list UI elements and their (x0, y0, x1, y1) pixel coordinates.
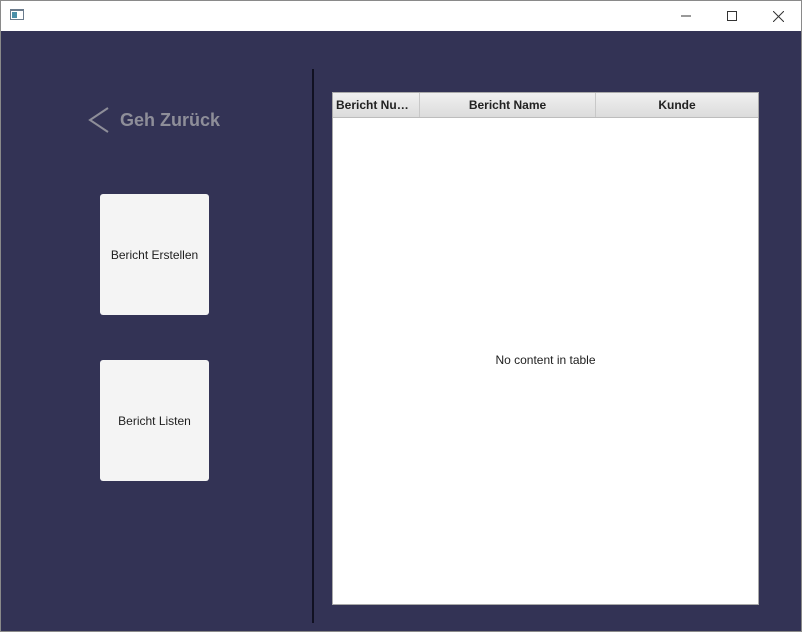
minimize-button[interactable] (663, 1, 709, 31)
title-bar (1, 1, 801, 31)
close-button[interactable] (755, 1, 801, 31)
main-content: Geh Zurück Bericht Erstellen Bericht Lis… (1, 31, 801, 631)
minimize-icon (681, 15, 691, 17)
column-header-bericht-nummer[interactable]: Bericht Num... (333, 93, 420, 117)
maximize-icon (727, 11, 737, 21)
table-header: Bericht Num... Bericht Name Kunde (333, 93, 758, 118)
close-icon (772, 10, 784, 22)
maximize-button[interactable] (709, 1, 755, 31)
bericht-erstellen-button[interactable]: Bericht Erstellen (100, 194, 209, 315)
bericht-listen-button[interactable]: Bericht Listen (100, 360, 209, 481)
app-icon (10, 9, 24, 20)
empty-table-placeholder: No content in table (495, 353, 596, 367)
report-table[interactable]: Bericht Num... Bericht Name Kunde No con… (332, 92, 759, 605)
vertical-divider (312, 69, 314, 623)
back-label: Geh Zurück (120, 109, 221, 130)
column-header-kunde[interactable]: Kunde (596, 93, 758, 117)
back-button[interactable]: Geh Zurück (87, 105, 220, 135)
chevron-left-icon (88, 107, 109, 133)
column-header-bericht-name[interactable]: Bericht Name (420, 93, 596, 117)
app-window: Geh Zurück Bericht Erstellen Bericht Lis… (0, 0, 802, 632)
